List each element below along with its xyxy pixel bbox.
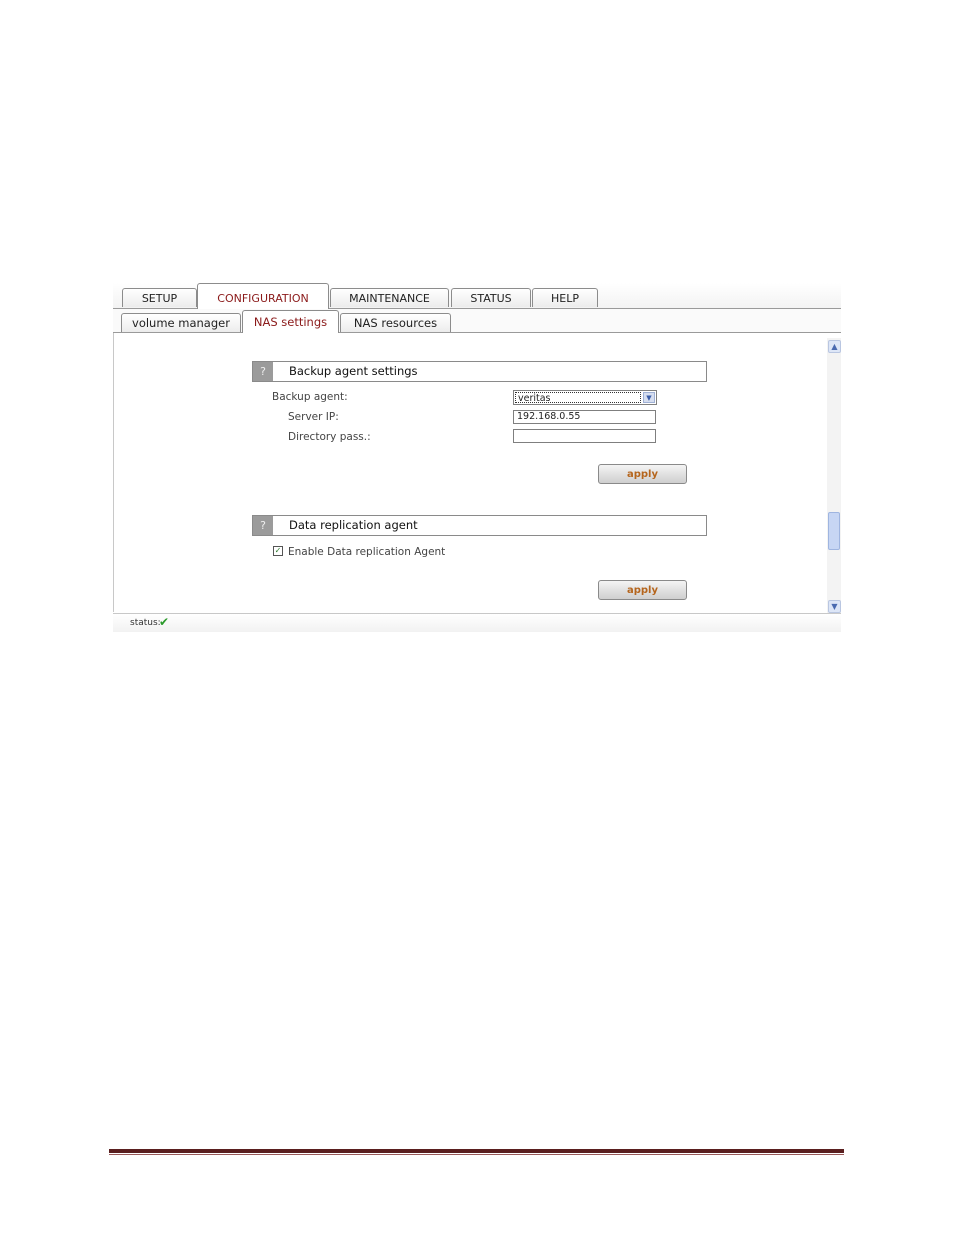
subtab-nas-resources[interactable]: NAS resources [340, 313, 451, 332]
vertical-scrollbar[interactable]: ▲ ▼ [827, 338, 841, 614]
sub-tab-bar: volume manager NAS settings NAS resource… [113, 309, 841, 333]
nas-web-ui: SETUP CONFIGURATION MAINTENANCE STATUS H… [113, 283, 841, 632]
backup-agent-panel-header: ? Backup agent settings [252, 361, 707, 382]
enable-replication-checkbox[interactable]: ✓ [273, 546, 283, 556]
status-bar: status: ✔ [113, 613, 841, 632]
scroll-thumb[interactable] [828, 512, 840, 550]
tab-help[interactable]: HELP [532, 288, 598, 307]
replication-panel-header: ? Data replication agent [252, 515, 707, 536]
subtab-volume-manager[interactable]: volume manager [121, 313, 241, 332]
replication-panel-title: Data replication agent [289, 518, 418, 532]
check-icon: ✔ [159, 615, 170, 629]
server-ip-label: Server IP: [288, 411, 339, 423]
status-label: status: [130, 618, 161, 628]
help-icon[interactable]: ? [253, 362, 273, 381]
tab-maintenance[interactable]: MAINTENANCE [330, 288, 449, 307]
scroll-down-icon[interactable]: ▼ [828, 600, 841, 613]
backup-agent-panel-title: Backup agent settings [289, 364, 418, 378]
help-icon[interactable]: ? [253, 516, 273, 535]
footer-rule [109, 1149, 844, 1153]
chevron-down-icon[interactable]: ▼ [643, 392, 655, 403]
backup-agent-select[interactable]: veritas ▼ [513, 390, 657, 405]
subtab-nas-settings[interactable]: NAS settings [242, 310, 339, 333]
server-ip-input[interactable]: 192.168.0.55 [513, 410, 656, 424]
tab-setup[interactable]: SETUP [122, 288, 197, 307]
backup-agent-selected-value: veritas [515, 392, 641, 404]
replication-apply-button[interactable]: apply [598, 580, 687, 600]
backup-agent-label: Backup agent: [272, 391, 348, 403]
backup-apply-button[interactable]: apply [598, 464, 687, 484]
directory-pass-label: Directory pass.: [288, 431, 371, 443]
scroll-up-icon[interactable]: ▲ [828, 340, 841, 353]
tab-status[interactable]: STATUS [451, 288, 531, 307]
directory-pass-input[interactable] [513, 429, 656, 443]
footer-rule-thin [109, 1154, 844, 1155]
tab-configuration[interactable]: CONFIGURATION [197, 283, 329, 309]
main-tab-bar: SETUP CONFIGURATION MAINTENANCE STATUS H… [113, 283, 841, 309]
enable-replication-label[interactable]: Enable Data replication Agent [288, 546, 445, 558]
